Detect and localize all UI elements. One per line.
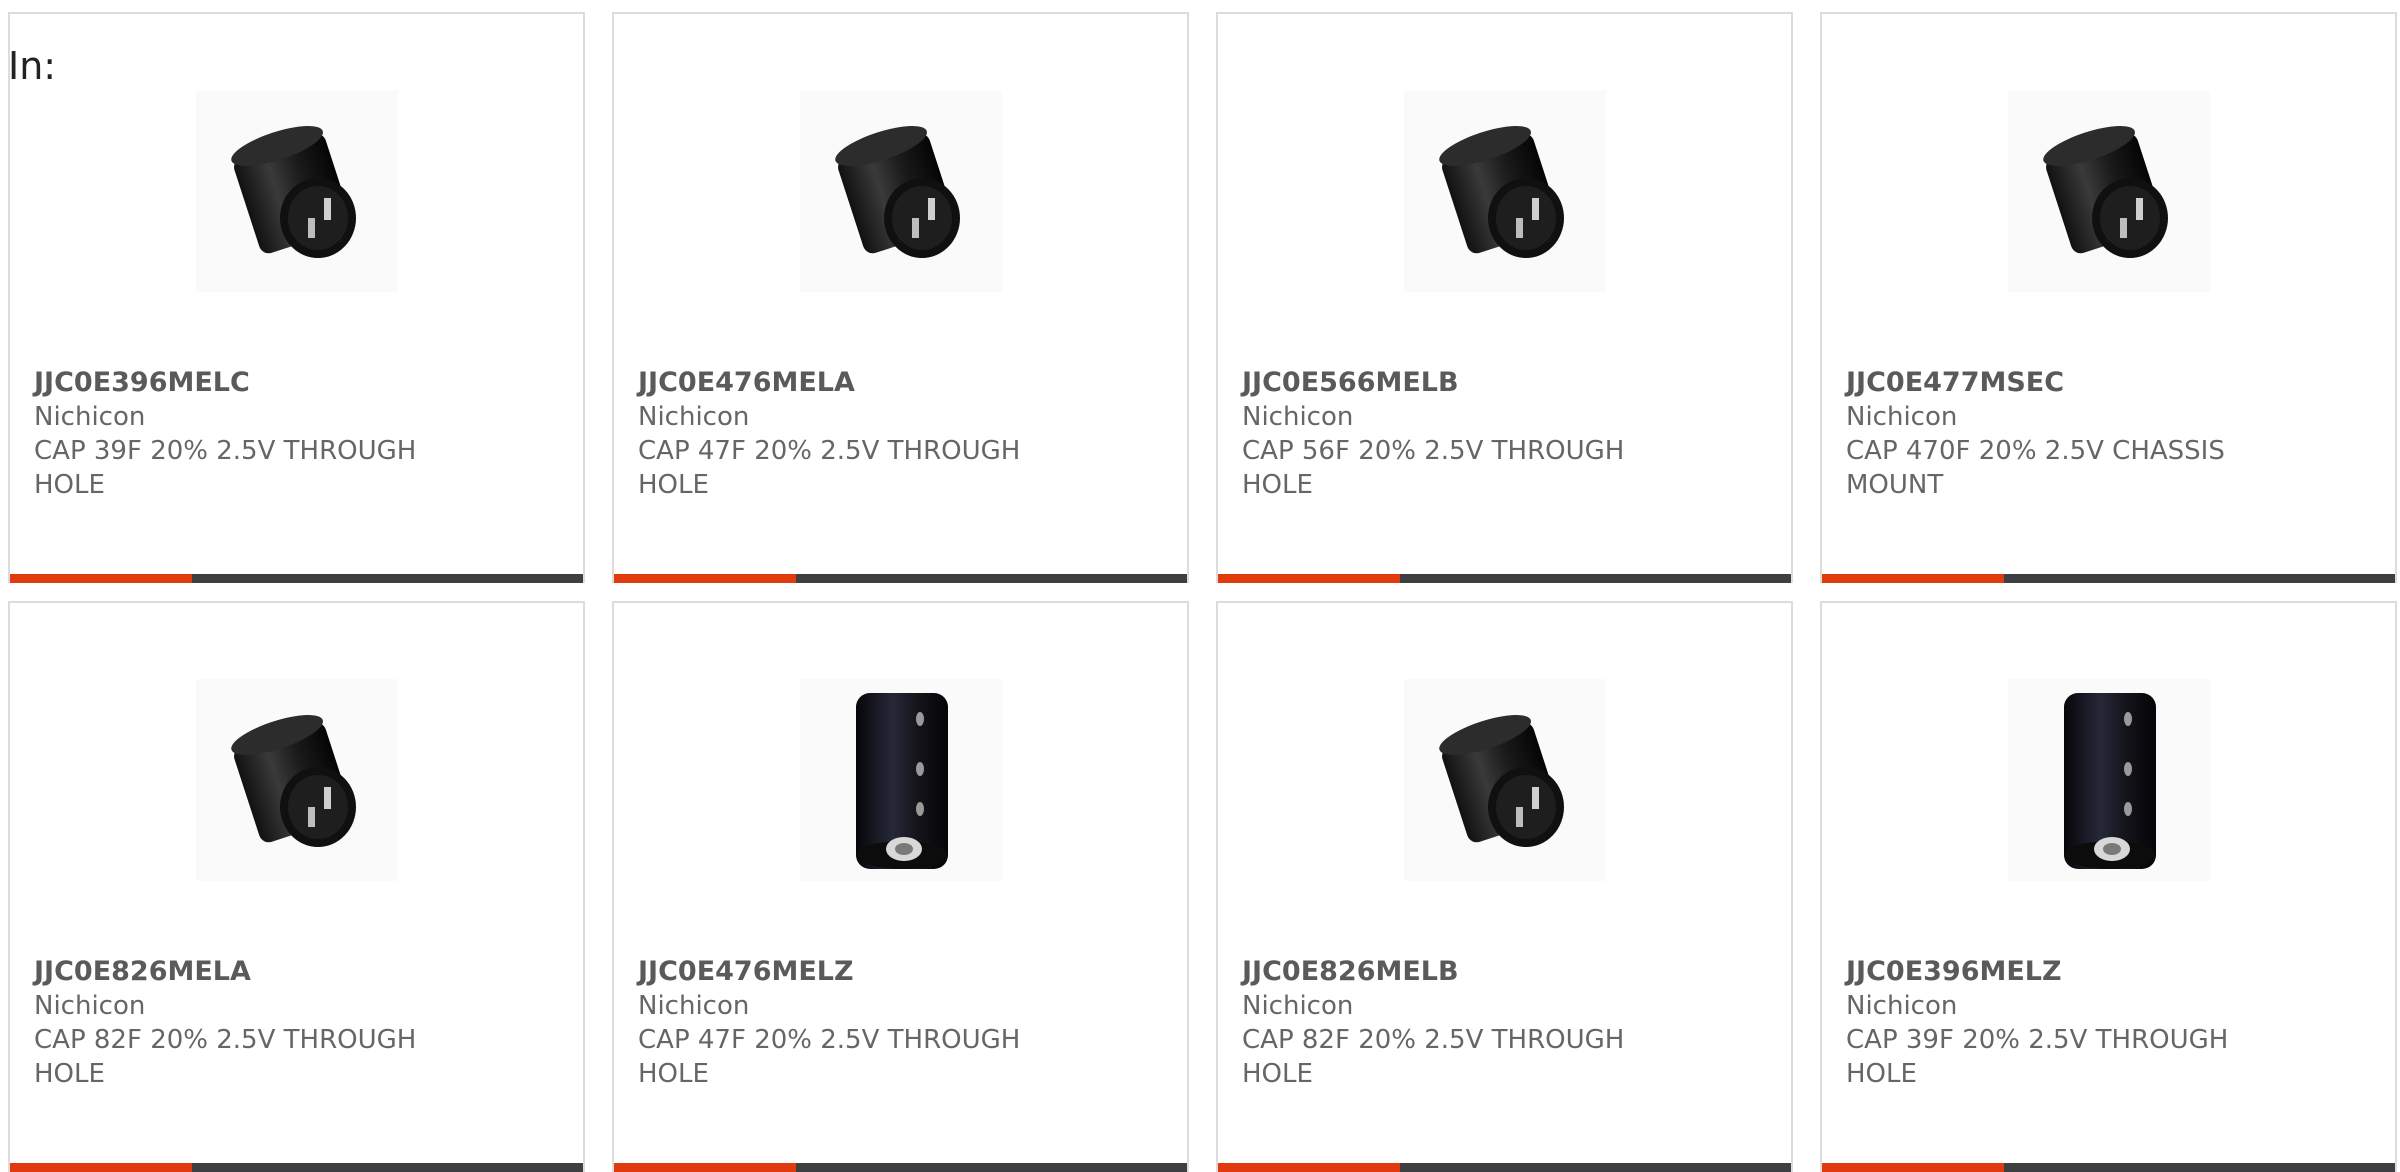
- card-bar-accent: [1218, 574, 1400, 583]
- product-image[interactable]: [2007, 679, 2210, 881]
- part-number[interactable]: JJC0E396MELZ: [1846, 955, 2266, 989]
- manufacturer: Nichicon: [1242, 991, 1354, 1021]
- card-bar: [1218, 1163, 1791, 1172]
- product-image[interactable]: [1403, 90, 1606, 292]
- capacitor-tall-icon: [855, 693, 948, 869]
- product-image[interactable]: [1403, 679, 1606, 881]
- product-image[interactable]: [799, 679, 1002, 881]
- manufacturer: Nichicon: [34, 991, 146, 1021]
- card-bar: [1822, 574, 2395, 583]
- description: CAP 56F 20% 2.5V THROUGH HOLE: [1242, 436, 1625, 500]
- card-bar-accent: [1822, 1163, 2004, 1172]
- capacitor-angled-icon: [230, 126, 356, 258]
- capacitor-angled-icon: [1438, 715, 1564, 847]
- card-bar-accent: [10, 574, 192, 583]
- manufacturer: Nichicon: [1846, 402, 1958, 432]
- description: CAP 470F 20% 2.5V CHASSIS MOUNT: [1846, 436, 2225, 500]
- part-number[interactable]: JJC0E476MELZ: [638, 955, 1058, 989]
- part-number[interactable]: JJC0E826MELB: [1242, 955, 1662, 989]
- card-bar-accent: [614, 1163, 796, 1172]
- capacitor-angled-icon: [1438, 126, 1564, 258]
- capacitor-angled-icon: [834, 126, 960, 258]
- description: CAP 82F 20% 2.5V THROUGH HOLE: [34, 1025, 417, 1089]
- manufacturer: Nichicon: [1846, 991, 1958, 1021]
- card-bar: [1218, 574, 1791, 583]
- product-image[interactable]: [195, 90, 398, 292]
- product-card[interactable]: JJC0E476MELZ Nichicon CAP 47F 20% 2.5V T…: [612, 601, 1189, 1172]
- product-card[interactable]: JJC0E396MELC Nichicon CAP 39F 20% 2.5V T…: [8, 12, 585, 583]
- capacitor-tall-icon: [2063, 693, 2156, 869]
- manufacturer: Nichicon: [638, 991, 750, 1021]
- description: CAP 47F 20% 2.5V THROUGH HOLE: [638, 436, 1021, 500]
- product-card[interactable]: JJC0E826MELA Nichicon CAP 82F 20% 2.5V T…: [8, 601, 585, 1172]
- card-bar-accent: [1822, 574, 2004, 583]
- part-number[interactable]: JJC0E396MELC: [34, 366, 454, 400]
- card-bar-accent: [1218, 1163, 1400, 1172]
- part-number[interactable]: JJC0E477MSEC: [1846, 366, 2266, 400]
- description: CAP 39F 20% 2.5V THROUGH HOLE: [1846, 1025, 2229, 1089]
- description: CAP 39F 20% 2.5V THROUGH HOLE: [34, 436, 417, 500]
- card-bar: [614, 574, 1187, 583]
- card-bar: [10, 1163, 583, 1172]
- manufacturer: Nichicon: [638, 402, 750, 432]
- product-image[interactable]: [195, 679, 398, 881]
- card-bar: [10, 574, 583, 583]
- capacitor-angled-icon: [230, 715, 356, 847]
- product-card[interactable]: JJC0E396MELZ Nichicon CAP 39F 20% 2.5V T…: [1820, 601, 2397, 1172]
- product-image[interactable]: [799, 90, 1002, 292]
- product-card[interactable]: JJC0E566MELB Nichicon CAP 56F 20% 2.5V T…: [1216, 12, 1793, 583]
- card-bar: [1822, 1163, 2395, 1172]
- manufacturer: Nichicon: [34, 402, 146, 432]
- product-card[interactable]: JJC0E826MELB Nichicon CAP 82F 20% 2.5V T…: [1216, 601, 1793, 1172]
- product-card[interactable]: JJC0E477MSEC Nichicon CAP 470F 20% 2.5V …: [1820, 12, 2397, 583]
- capacitor-angled-icon: [2042, 126, 2168, 258]
- filter-label: In:: [8, 44, 57, 88]
- description: CAP 47F 20% 2.5V THROUGH HOLE: [638, 1025, 1021, 1089]
- card-bar-accent: [614, 574, 796, 583]
- part-number[interactable]: JJC0E826MELA: [34, 955, 454, 989]
- card-bar: [614, 1163, 1187, 1172]
- part-number[interactable]: JJC0E476MELA: [638, 366, 1058, 400]
- card-bar-accent: [10, 1163, 192, 1172]
- product-card[interactable]: JJC0E476MELA Nichicon CAP 47F 20% 2.5V T…: [612, 12, 1189, 583]
- description: CAP 82F 20% 2.5V THROUGH HOLE: [1242, 1025, 1625, 1089]
- manufacturer: Nichicon: [1242, 402, 1354, 432]
- part-number[interactable]: JJC0E566MELB: [1242, 366, 1662, 400]
- product-image[interactable]: [2007, 90, 2210, 292]
